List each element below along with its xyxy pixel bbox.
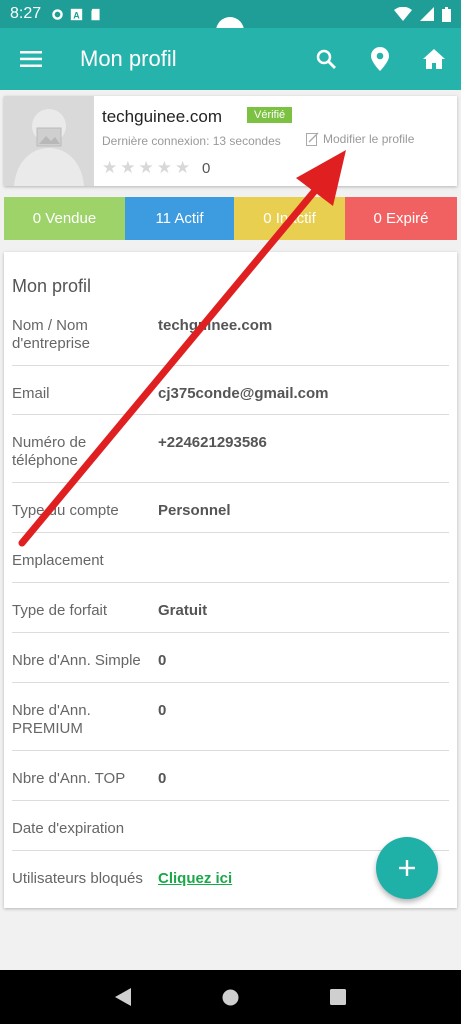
detail-value: 0	[158, 652, 167, 669]
profile-name: techguinee.com	[102, 107, 223, 126]
search-icon	[316, 49, 336, 69]
wifi-icon	[394, 7, 412, 21]
detail-row-expiration: Date d'expiration	[12, 801, 449, 851]
page-title: Mon profil	[80, 46, 177, 71]
details-heading: Mon profil	[12, 276, 92, 296]
blocked-users-link[interactable]: Cliquez ici	[158, 870, 232, 887]
verified-badge: Vérifié	[247, 107, 293, 123]
signal-icon	[420, 7, 434, 21]
star-icon: ★	[175, 158, 191, 177]
stat-inactive[interactable]: 0 Inactif	[234, 197, 345, 240]
avatar[interactable]	[4, 96, 94, 186]
settings-icon	[52, 8, 63, 20]
rating-count: 0	[202, 160, 211, 177]
star-rating: ★ ★ ★ ★ ★	[102, 158, 190, 178]
battery-icon	[442, 6, 451, 22]
search-button[interactable]	[299, 28, 353, 90]
plus-icon	[399, 860, 415, 876]
star-icon: ★	[138, 158, 154, 177]
detail-value: 0	[158, 770, 167, 787]
detail-row-location: Emplacement	[12, 533, 449, 583]
last-login-text: Dernière connexion: 13 secondes	[102, 134, 281, 148]
edit-icon	[306, 132, 319, 146]
location-pin-icon	[371, 47, 389, 71]
detail-label: Emplacement	[12, 552, 104, 569]
detail-label: Nbre d'Ann. Simple	[12, 652, 141, 669]
svg-text:A: A	[73, 10, 80, 20]
detail-value: +224621293586	[158, 434, 267, 451]
menu-button[interactable]	[0, 28, 62, 90]
app-bar: Mon profil	[0, 28, 461, 90]
detail-value: 0	[158, 702, 167, 719]
detail-label: Type du compte	[12, 502, 119, 519]
avatar-placeholder-icon	[4, 96, 94, 186]
detail-row-top-ads: Nbre d'Ann. TOP 0	[12, 751, 449, 801]
edit-profile-label: Modifier le profile	[323, 132, 415, 146]
detail-label: Email	[12, 385, 50, 402]
home-nav-icon[interactable]	[222, 989, 239, 1006]
detail-label: Date d'expiration	[12, 820, 125, 837]
status-time: 8:27	[10, 5, 42, 22]
location-button[interactable]	[353, 28, 407, 90]
sd-card-icon	[91, 8, 100, 20]
detail-row-premium-ads: Nbre d'Ann. PREMIUM 0	[12, 683, 449, 751]
detail-label: Nbre d'Ann. TOP	[12, 770, 126, 787]
home-icon	[423, 49, 445, 69]
profile-details-card: Mon profil Nom / Nom d'entreprise techgu…	[4, 252, 457, 908]
detail-row-simple-ads: Nbre d'Ann. Simple 0	[12, 633, 449, 683]
detail-row-account-type: Type du compte Personnel	[12, 483, 449, 533]
detail-value: cj375conde@gmail.com	[158, 385, 329, 402]
detail-value: techguinee.com	[158, 317, 273, 334]
edit-profile-link[interactable]: Modifier le profile	[306, 132, 414, 146]
hamburger-icon	[20, 51, 42, 67]
star-icon: ★	[120, 158, 136, 177]
star-icon: ★	[102, 158, 118, 177]
profile-card: techguinee.com Vérifié Dernière connexio…	[4, 96, 457, 186]
detail-label: Nbre d'Ann. PREMIUM	[12, 702, 91, 737]
detail-label: Type de forfait	[12, 602, 108, 619]
stat-sold[interactable]: 0 Vendue	[4, 197, 125, 240]
home-button[interactable]	[407, 28, 461, 90]
stat-expired[interactable]: 0 Expiré	[345, 197, 457, 240]
recents-icon[interactable]	[329, 989, 346, 1005]
detail-row-plan: Type de forfait Gratuit	[12, 583, 449, 633]
detail-label: Numéro de téléphone	[12, 434, 87, 469]
star-icon: ★	[156, 158, 172, 177]
detail-row-email: Email cj375conde@gmail.com	[12, 366, 449, 415]
system-nav-bar	[0, 970, 461, 1024]
add-fab-button[interactable]	[376, 837, 438, 899]
detail-label: Utilisateurs bloqués	[12, 870, 143, 887]
detail-row-phone: Numéro de téléphone +224621293586	[12, 415, 449, 483]
listing-stats: 0 Vendue 11 Actif 0 Inactif 0 Expiré	[4, 197, 457, 240]
detail-value: Personnel	[158, 502, 231, 519]
detail-label: Nom / Nom d'entreprise	[12, 317, 90, 352]
detail-row-name: Nom / Nom d'entreprise techguinee.com	[12, 316, 449, 366]
detail-value: Gratuit	[158, 602, 208, 619]
stat-active[interactable]: 11 Actif	[125, 197, 234, 240]
back-icon[interactable]	[115, 988, 132, 1006]
app-a-icon: A	[70, 8, 83, 20]
